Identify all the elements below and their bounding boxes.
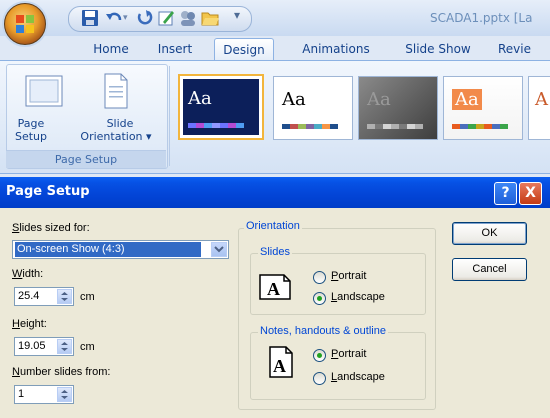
theme-color-bar (367, 124, 423, 129)
notes-landscape-label[interactable]: Landscape (331, 371, 385, 383)
theme-color-bar (452, 124, 508, 129)
tab-insert[interactable]: Insert (150, 38, 200, 60)
window-title: SCADA1.pptx [La (430, 11, 533, 25)
cancel-button[interactable]: Cancel (452, 258, 527, 281)
spinner-arrows-icon[interactable] (57, 339, 72, 354)
number-slides-from-spinner[interactable]: 1 (14, 385, 74, 404)
tab-home[interactable]: Home (84, 38, 138, 60)
theme-sample-text: Aa (367, 89, 391, 110)
office-logo-icon (16, 15, 34, 33)
notes-legend: Notes, handouts & outline (258, 325, 388, 337)
customize-qat-icon[interactable]: ▾ (234, 8, 240, 22)
theme-sample-text: Aa (282, 89, 306, 110)
theme-sample-text: Aa (452, 89, 482, 110)
undo-dropdown-icon[interactable]: ▾ (123, 13, 128, 23)
slides-legend: Slides (258, 246, 292, 258)
notes-portrait-label[interactable]: Portrait (331, 348, 366, 360)
help-button[interactable]: ? (494, 182, 517, 205)
theme-sample-text: Aa (188, 88, 212, 109)
height-label: Height: (12, 318, 47, 330)
theme-thumbnail-gray[interactable]: Aa (358, 76, 438, 140)
chevron-down-icon[interactable] (211, 242, 227, 257)
dropdown-arrow-icon: ▾ (146, 130, 152, 143)
width-value: 25.4 (18, 290, 40, 302)
ok-button[interactable]: OK (452, 222, 527, 245)
theme-thumbnail-orange[interactable]: Aa (443, 76, 523, 140)
save-icon[interactable] (80, 8, 100, 28)
slides-landscape-label[interactable]: Landscape (331, 291, 385, 303)
slides-sized-for-value: On-screen Show (4:3) (15, 242, 201, 257)
page-setup-label-2[interactable]: Setup (14, 130, 48, 143)
open-folder-icon[interactable] (200, 8, 220, 28)
width-label: Width: (12, 268, 44, 280)
portrait-page-icon: A (269, 346, 293, 378)
theme-thumbnail-office[interactable]: Aa (273, 76, 353, 140)
redo-icon[interactable] (134, 8, 154, 28)
spinner-arrows-icon[interactable] (57, 289, 72, 304)
svg-text:A: A (273, 356, 286, 376)
theme-color-bar (282, 124, 338, 129)
theme-thumbnail-default[interactable]: Aa (178, 74, 264, 140)
height-unit: cm (80, 341, 95, 353)
slides-sized-for-select[interactable]: On-screen Show (4:3) (12, 240, 229, 259)
slide-orientation-icon[interactable] (99, 72, 133, 110)
tab-design[interactable]: Design (214, 38, 274, 61)
slides-portrait-radio[interactable] (313, 271, 326, 284)
undo-icon[interactable] (104, 8, 124, 28)
tab-animations[interactable]: Animations (296, 38, 376, 60)
width-spinner[interactable]: 25.4 (14, 287, 74, 306)
height-value: 19.05 (18, 340, 46, 352)
slides-landscape-radio[interactable] (313, 292, 326, 305)
spinner-arrows-icon[interactable] (57, 387, 72, 402)
tab-slide-show[interactable]: Slide Show (398, 38, 478, 60)
notes-portrait-radio[interactable] (313, 349, 326, 362)
orientation-legend: Orientation (244, 220, 302, 232)
page-setup-label-1[interactable]: Page (14, 117, 48, 130)
dialog-title: Page Setup (6, 184, 90, 199)
ribbon-divider (169, 66, 170, 166)
theme-thumbnail-partial[interactable]: A (528, 76, 550, 140)
slides-portrait-label[interactable]: Portrait (331, 270, 366, 282)
slide-orientation-label-2[interactable]: Orientation ▾ (76, 130, 156, 143)
edit-icon[interactable] (156, 8, 176, 28)
slides-sized-for-label: Slides sized for: (12, 222, 90, 234)
height-spinner[interactable]: 19.05 (14, 337, 74, 356)
notes-landscape-radio[interactable] (313, 372, 326, 385)
svg-text:A: A (267, 279, 280, 299)
tab-review[interactable]: Revie (498, 38, 550, 60)
number-slides-from-value: 1 (18, 388, 25, 400)
users-icon[interactable] (178, 8, 198, 28)
office-button[interactable] (4, 3, 46, 45)
close-button[interactable]: X (519, 182, 542, 205)
page-setup-icon[interactable] (24, 74, 64, 108)
page-setup-group-title: Page Setup (6, 150, 166, 168)
theme-sample-text: A (535, 89, 548, 110)
width-unit: cm (80, 291, 95, 303)
number-slides-from-label: Number slides from: (12, 366, 111, 378)
slide-orientation-label-1[interactable]: Slide (82, 117, 158, 130)
theme-color-bar (188, 123, 244, 128)
landscape-page-icon: A (259, 274, 291, 300)
